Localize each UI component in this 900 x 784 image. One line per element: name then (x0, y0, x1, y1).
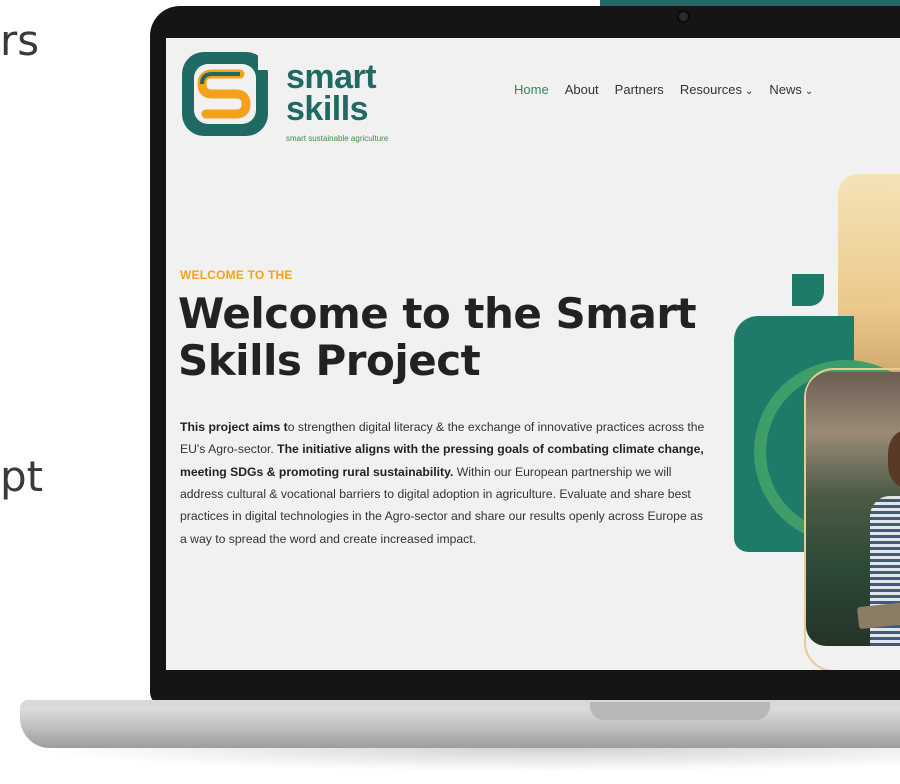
slide-text-fragment: pt (0, 452, 44, 501)
nav-item-partners[interactable]: Partners (615, 82, 664, 97)
nav-item-resources[interactable]: Resources ⌄ (680, 82, 754, 97)
hero-body-bold-lead: This project aims t (180, 420, 288, 434)
nav-item-resources-label: Resources (679, 82, 742, 97)
farmer-photo (806, 372, 900, 646)
chevron-down-icon: ⌄ (744, 86, 754, 97)
hero-description: This project aims to strengthen digital … (180, 416, 710, 550)
slide-accent-bar (600, 0, 900, 6)
hero-eyebrow: WELCOME TO THE (180, 268, 293, 282)
webcam-icon (679, 12, 688, 21)
tablet-device (857, 600, 900, 630)
brand-tagline: smart sustainable agriculture (286, 134, 389, 143)
nav-item-news-label: News (769, 82, 802, 97)
slide-text-fragment: rs (0, 16, 40, 65)
hero-title: Welcome to the Smart Skills Project (178, 289, 697, 386)
laptop-hinge-notch (590, 702, 770, 720)
person-head (888, 430, 900, 488)
brand-word-skills: skills (286, 90, 369, 128)
nav-item-home[interactable]: Home (514, 82, 549, 97)
smart-skills-logo-icon (182, 50, 272, 136)
brand-word-smart: smart (286, 58, 377, 96)
nav-item-news[interactable]: News ⌄ (769, 82, 813, 97)
nav-item-about[interactable]: About (565, 82, 599, 97)
main-nav: Home About Partners Resources ⌄ News ⌄ (514, 82, 813, 97)
brand-logo[interactable]: smart skills smart sustainable agricultu… (180, 46, 420, 143)
chevron-down-icon: ⌄ (804, 86, 814, 97)
laptop-shadow (30, 748, 900, 772)
decorative-shape (792, 274, 824, 306)
laptop-screen: smart skills smart sustainable agricultu… (166, 38, 900, 670)
